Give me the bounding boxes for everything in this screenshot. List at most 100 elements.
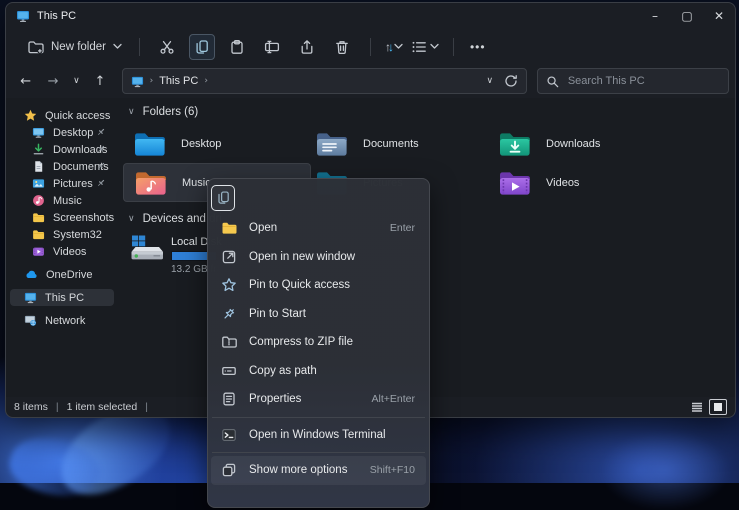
menu-item-label: Open: [249, 222, 378, 234]
maximize-button[interactable]: ▢: [671, 3, 703, 29]
star-icon: [24, 109, 37, 122]
refresh-button[interactable]: [504, 74, 518, 88]
menu-item-label: Open in Windows Terminal: [249, 429, 403, 441]
music-icon: [32, 194, 45, 207]
collapse-chevron-icon: ∨: [128, 214, 135, 224]
sidebar-item-music[interactable]: Music: [10, 192, 114, 209]
sidebar-item-quick-access[interactable]: Quick access: [10, 107, 114, 124]
menu-item-properties[interactable]: Properties Alt+Enter: [211, 385, 426, 414]
large-icons-view-button[interactable]: [709, 399, 727, 415]
sidebar-item-desktop[interactable]: Desktop: [10, 124, 114, 141]
menu-item-copy-as-path[interactable]: Copy as path: [211, 357, 426, 386]
sidebar-item-documents[interactable]: Documents: [10, 158, 114, 175]
sidebar-item-this-pc[interactable]: This PC: [10, 289, 114, 306]
sort-chevron-icon: [394, 43, 403, 50]
address-box[interactable]: › This PC › ∨: [122, 68, 527, 94]
hard-drive-icon: [128, 234, 166, 275]
pin-star-icon: [221, 277, 237, 293]
sidebar-item-label: OneDrive: [46, 269, 92, 281]
sort-button[interactable]: ↑↓: [385, 40, 403, 54]
status-separator: |: [56, 401, 59, 413]
more-options-button[interactable]: •••: [470, 40, 486, 54]
details-view-button[interactable]: [689, 400, 705, 414]
menu-item-label: Open in new window: [249, 251, 403, 263]
menu-item-pin-to-quick-access[interactable]: Pin to Quick access: [211, 271, 426, 300]
context-menu-command-bar: [211, 181, 426, 214]
tile-videos[interactable]: Videos: [488, 163, 671, 202]
back-button[interactable]: ←: [14, 69, 37, 93]
address-dropdown-chevron-icon[interactable]: ∨: [482, 69, 498, 93]
selection-count: 1 item selected: [67, 401, 138, 413]
downloads-folder-icon: [498, 130, 532, 158]
forward-button[interactable]: →: [41, 69, 64, 93]
sidebar-item-label: This PC: [45, 292, 84, 304]
delete-button[interactable]: [329, 34, 355, 60]
pushpin-icon: [221, 306, 237, 322]
desktop-icon: [32, 126, 45, 139]
menu-item-shortcut: Enter: [390, 222, 415, 234]
menu-item-label: Pin to Start: [249, 308, 403, 320]
view-button[interactable]: [411, 39, 439, 55]
tile-documents[interactable]: Documents: [305, 124, 488, 163]
toolbar-divider: [453, 38, 454, 56]
cut-icon: [159, 39, 175, 55]
music-folder-icon: [134, 169, 168, 197]
search-box[interactable]: [537, 68, 729, 94]
menu-item-open[interactable]: Open Enter: [211, 214, 426, 243]
sidebar-item-label: Music: [53, 195, 82, 207]
item-count: 8 items: [14, 401, 48, 413]
new-folder-button[interactable]: New folder: [20, 34, 129, 60]
tile-downloads[interactable]: Downloads: [488, 124, 671, 163]
sidebar-item-label: Network: [45, 315, 85, 327]
copy-mini-button[interactable]: [211, 185, 235, 211]
sidebar-item-label: Videos: [53, 246, 86, 258]
rename-icon: [264, 39, 280, 55]
recent-locations-chevron-icon[interactable]: ∨: [69, 69, 85, 93]
menu-item-shortcut: Shift+F10: [370, 464, 415, 476]
navigation-sidebar: Quick access Desktop Downloads Documents…: [6, 98, 118, 397]
properties-icon: [221, 391, 237, 407]
cut-button[interactable]: [154, 34, 180, 60]
menu-item-open-in-windows-terminal[interactable]: Open in Windows Terminal: [211, 421, 426, 450]
sidebar-item-videos[interactable]: Videos: [10, 243, 114, 260]
folder-name: Desktop: [181, 138, 221, 150]
sidebar-item-network[interactable]: Network: [10, 312, 114, 329]
paste-button[interactable]: [224, 34, 250, 60]
menu-item-pin-to-start[interactable]: Pin to Start: [211, 300, 426, 329]
videos-folder-icon: [498, 169, 532, 197]
rename-button[interactable]: [259, 34, 285, 60]
menu-item-open-in-new-window[interactable]: Open in new window: [211, 243, 426, 272]
large-icons-view-icon: [713, 402, 723, 412]
menu-item-show-more-options[interactable]: Show more options Shift+F10: [211, 456, 426, 485]
copy-button[interactable]: [189, 34, 215, 60]
up-button[interactable]: ↑: [88, 69, 111, 93]
menu-separator: [212, 417, 425, 418]
search-input[interactable]: [566, 74, 720, 88]
sidebar-item-downloads[interactable]: Downloads: [10, 141, 114, 158]
folders-section-header[interactable]: ∨ Folders (6): [128, 104, 735, 120]
share-button[interactable]: [294, 34, 320, 60]
wallpaper-petal: [600, 430, 730, 510]
breadcrumb-chevron[interactable]: ›: [204, 76, 208, 86]
ellipsis-icon: •••: [470, 40, 486, 54]
sidebar-item-screenshots[interactable]: Screenshots: [10, 209, 114, 226]
view-icon: [411, 39, 427, 55]
sidebar-item-pictures[interactable]: Pictures: [10, 175, 114, 192]
close-button[interactable]: ✕: [703, 3, 735, 29]
folders-header-label: Folders (6): [143, 106, 199, 118]
menu-item-compress-to-zip[interactable]: Compress to ZIP file: [211, 328, 426, 357]
trash-icon: [334, 39, 350, 55]
folder-icon: [32, 228, 45, 241]
sidebar-item-onedrive[interactable]: OneDrive: [10, 266, 114, 283]
menu-item-label: Show more options: [249, 464, 358, 476]
open-new-window-icon: [221, 249, 237, 265]
address-bar: ← → ∨ ↑ › This PC › ∨: [6, 64, 735, 98]
pin-icon: [96, 144, 106, 154]
breadcrumb-this-pc[interactable]: This PC: [159, 75, 198, 87]
sidebar-item-system32[interactable]: System32: [10, 226, 114, 243]
tile-desktop[interactable]: Desktop: [123, 124, 305, 163]
minimize-button[interactable]: –: [639, 3, 671, 29]
location-monitor-icon: [131, 75, 144, 88]
terminal-icon: [221, 427, 237, 443]
document-icon: [32, 160, 45, 173]
